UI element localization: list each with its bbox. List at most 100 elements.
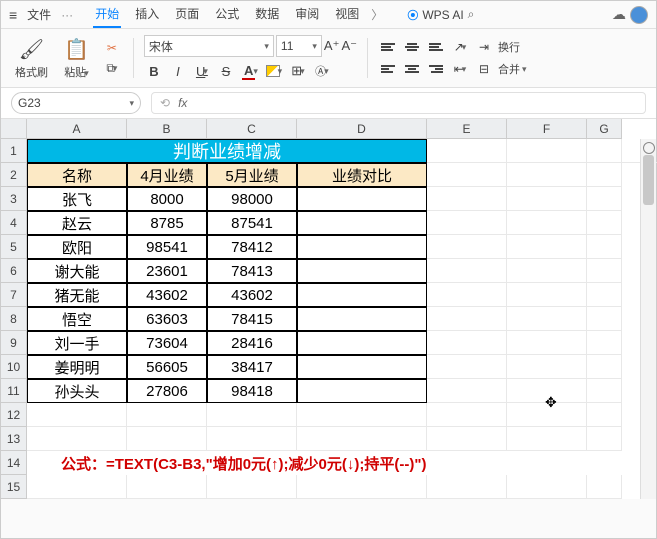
- cell-G8[interactable]: [587, 307, 622, 331]
- cell-D13[interactable]: [297, 427, 427, 451]
- row-header-8[interactable]: 8: [1, 307, 27, 331]
- tab-页面[interactable]: 页面: [173, 1, 201, 28]
- cell-D9[interactable]: [297, 331, 427, 355]
- cell-E5[interactable]: [427, 235, 507, 259]
- cell-D10[interactable]: [297, 355, 427, 379]
- cell-D4[interactable]: [297, 211, 427, 235]
- cell-B5[interactable]: 98541: [127, 235, 207, 259]
- cell-F3[interactable]: [507, 187, 587, 211]
- align-center-button[interactable]: [402, 60, 422, 78]
- cell-B12[interactable]: [127, 403, 207, 427]
- cell-C13[interactable]: [207, 427, 297, 451]
- cell-A11[interactable]: 孙头头: [27, 379, 127, 403]
- cell-D6[interactable]: [297, 259, 427, 283]
- cell-A5[interactable]: 欧阳: [27, 235, 127, 259]
- tab-插入[interactable]: 插入: [133, 1, 161, 28]
- row-header-15[interactable]: 15: [1, 475, 27, 499]
- row-header-11[interactable]: 11: [1, 379, 27, 403]
- cell-A8[interactable]: 悟空: [27, 307, 127, 331]
- cell-C8[interactable]: 78415: [207, 307, 297, 331]
- cell-F4[interactable]: [507, 211, 587, 235]
- cell-D12[interactable]: [297, 403, 427, 427]
- search-icon[interactable]: ⌕: [468, 7, 475, 22]
- format-painter-button[interactable]: 🖌 格式刷: [15, 37, 48, 80]
- align-left-button[interactable]: [378, 60, 398, 78]
- cell-B4[interactable]: 8785: [127, 211, 207, 235]
- row-header-12[interactable]: 12: [1, 403, 27, 427]
- indent-button[interactable]: ⇤▾: [450, 60, 470, 78]
- cell-B15[interactable]: [127, 475, 207, 499]
- align-middle-button[interactable]: [402, 38, 422, 56]
- bold-button[interactable]: B: [144, 61, 164, 81]
- fx-icon[interactable]: fx: [178, 96, 187, 110]
- side-panel-icon[interactable]: [643, 142, 655, 154]
- col-header-A[interactable]: A: [27, 119, 127, 139]
- fill-color-button[interactable]: ▾: [264, 61, 284, 81]
- cell-C10[interactable]: 38417: [207, 355, 297, 379]
- cell-G4[interactable]: [587, 211, 622, 235]
- cell-G3[interactable]: [587, 187, 622, 211]
- cell-B3[interactable]: 8000: [127, 187, 207, 211]
- cell-E4[interactable]: [427, 211, 507, 235]
- cell-C2[interactable]: 5月业绩: [207, 163, 297, 187]
- row-header-5[interactable]: 5: [1, 235, 27, 259]
- cell-E10[interactable]: [427, 355, 507, 379]
- file-menu[interactable]: 文件: [27, 6, 51, 23]
- cell-B13[interactable]: [127, 427, 207, 451]
- cell-C3[interactable]: 98000: [207, 187, 297, 211]
- cell-E7[interactable]: [427, 283, 507, 307]
- cell-F8[interactable]: [507, 307, 587, 331]
- italic-button[interactable]: I: [168, 61, 188, 81]
- cell-G1[interactable]: [587, 139, 622, 163]
- strike-button[interactable]: S: [216, 61, 236, 81]
- cell-E11[interactable]: [427, 379, 507, 403]
- cell-A15[interactable]: [27, 475, 127, 499]
- cell-G12[interactable]: [587, 403, 622, 427]
- cell-C11[interactable]: 98418: [207, 379, 297, 403]
- col-header-F[interactable]: F: [507, 119, 587, 139]
- cell-F15[interactable]: [507, 475, 587, 499]
- cell-G10[interactable]: [587, 355, 622, 379]
- cell-B10[interactable]: 56605: [127, 355, 207, 379]
- grow-font-button[interactable]: A⁺: [324, 38, 340, 54]
- cell-E13[interactable]: [427, 427, 507, 451]
- cell-C12[interactable]: [207, 403, 297, 427]
- font-size-select[interactable]: 11 ▾: [276, 35, 322, 57]
- font-name-select[interactable]: 宋体 ▾: [144, 35, 274, 57]
- cell-A7[interactable]: 猪无能: [27, 283, 127, 307]
- row-header-13[interactable]: 13: [1, 427, 27, 451]
- cell-D2[interactable]: 业绩对比: [297, 163, 427, 187]
- shrink-font-button[interactable]: A⁻: [341, 38, 357, 54]
- scroll-thumb[interactable]: [643, 155, 654, 205]
- cell-C6[interactable]: 78413: [207, 259, 297, 283]
- cell-A4[interactable]: 赵云: [27, 211, 127, 235]
- copy-button[interactable]: ⧉▾: [101, 59, 123, 77]
- cell-F13[interactable]: [507, 427, 587, 451]
- cell-E1[interactable]: [427, 139, 507, 163]
- row-header-6[interactable]: 6: [1, 259, 27, 283]
- orientation-button[interactable]: ↗▾: [450, 38, 470, 56]
- wps-ai-button[interactable]: ⦿ WPS AI ⌕: [407, 7, 474, 23]
- cell-G13[interactable]: [587, 427, 622, 451]
- cell-C15[interactable]: [207, 475, 297, 499]
- cell-E12[interactable]: [427, 403, 507, 427]
- row-header-1[interactable]: 1: [1, 139, 27, 163]
- cell-B6[interactable]: 23601: [127, 259, 207, 283]
- merge-button[interactable]: ⊟: [474, 60, 494, 78]
- cell-A3[interactable]: 张飞: [27, 187, 127, 211]
- cell-F2[interactable]: [507, 163, 587, 187]
- name-box[interactable]: G23 ▾: [11, 92, 141, 114]
- col-header-E[interactable]: E: [427, 119, 507, 139]
- cell-G2[interactable]: [587, 163, 622, 187]
- row-header-7[interactable]: 7: [1, 283, 27, 307]
- clear-format-button[interactable]: Ⓐ▾: [312, 61, 332, 81]
- tab-scroll-icon[interactable]: 〉: [371, 6, 383, 23]
- cell-C7[interactable]: 43602: [207, 283, 297, 307]
- row-header-4[interactable]: 4: [1, 211, 27, 235]
- cell-D5[interactable]: [297, 235, 427, 259]
- cell-C9[interactable]: 28416: [207, 331, 297, 355]
- align-top-button[interactable]: [378, 38, 398, 56]
- border-button[interactable]: ⊞▾: [288, 61, 308, 81]
- tab-视图[interactable]: 视图: [333, 1, 361, 28]
- tab-公式[interactable]: 公式: [213, 1, 241, 28]
